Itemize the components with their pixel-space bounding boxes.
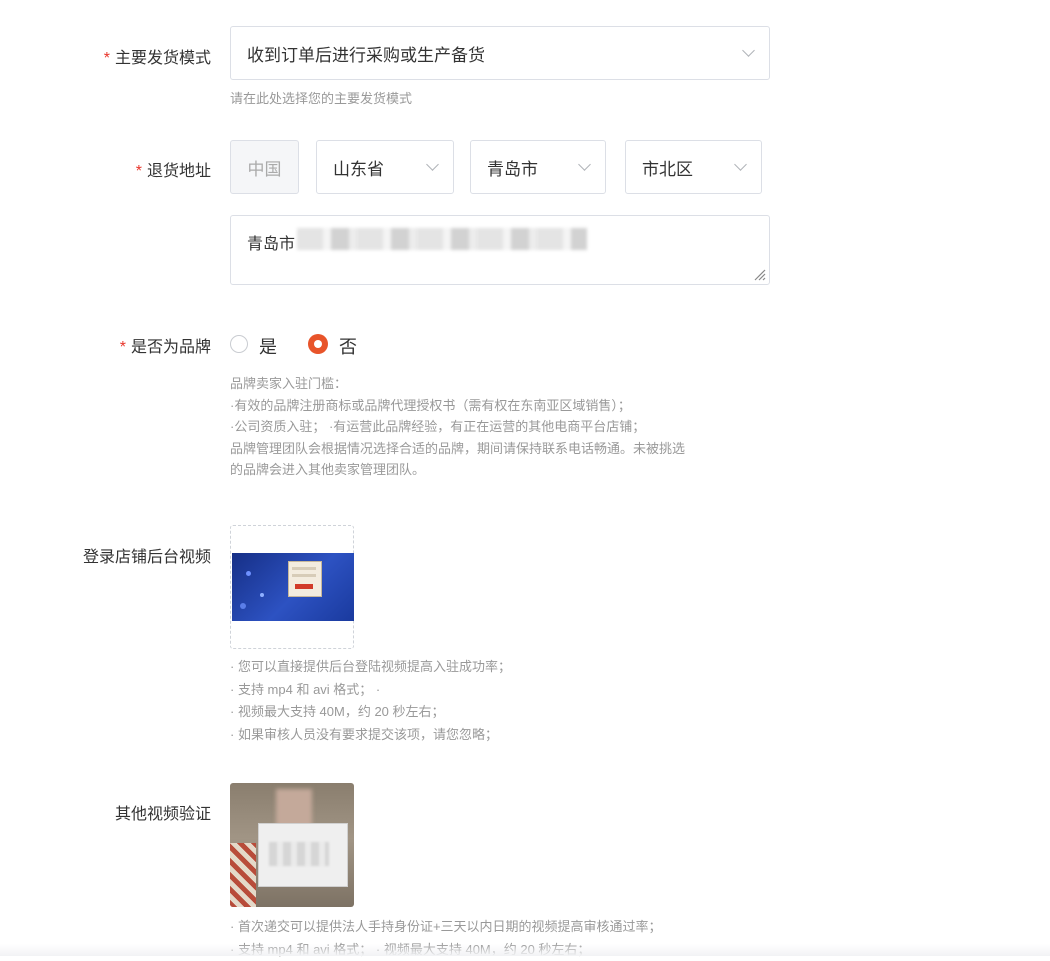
- store-video-note-line: · 如果审核人员没有要求提交该项，请您忽略；: [230, 724, 511, 747]
- store-video-notes: · 您可以直接提供后台登陆视频提高入驻成功率； · 支持 mp4 和 avi 格…: [230, 656, 511, 746]
- held-document: [258, 823, 348, 887]
- store-video-note-line: · 支持 mp4 和 avi 格式； ·: [230, 679, 511, 702]
- required-mark: *: [104, 50, 110, 67]
- brand-note-line: 品牌卖家入驻门槛：: [230, 373, 790, 395]
- return-address-label: *退货地址: [136, 157, 211, 181]
- brand-notes: 品牌卖家入驻门槛： ·有效的品牌注册商标或品牌代理授权书（需有权在东南亚区域销售…: [230, 373, 790, 481]
- chevron-down-icon: [426, 158, 439, 171]
- radio-brand-no-label: 否: [339, 333, 357, 359]
- video-thumbnail[interactable]: [232, 553, 354, 621]
- brand-label: *是否为品牌: [120, 333, 211, 357]
- other-video-note-line: · 首次递交可以提供法人手持身份证+三天以内日期的视频提高审核通过率；: [230, 916, 662, 939]
- shipping-mode-select[interactable]: 收到订单后进行采购或生产备货: [230, 26, 770, 80]
- province-select[interactable]: 山东省: [316, 140, 454, 194]
- city-select[interactable]: 青岛市: [470, 140, 606, 194]
- other-video-thumbnail[interactable]: [230, 783, 354, 907]
- country-field: 中国: [230, 140, 299, 194]
- store-video-note-line: · 您可以直接提供后台登陆视频提高入驻成功率；: [230, 656, 511, 679]
- chevron-down-icon: [734, 158, 747, 171]
- redacted-address-block: [297, 228, 587, 250]
- login-window: [288, 561, 322, 597]
- province-value: 山东省: [333, 155, 384, 180]
- brand-note-line: 品牌管理团队会根据情况选择合适的品牌，期间请保持联系电话畅通。未被挑选: [230, 438, 790, 460]
- radio-dot: [314, 340, 322, 348]
- store-video-upload[interactable]: [230, 525, 354, 649]
- shipping-mode-label: *主要发货模式: [104, 44, 211, 68]
- radio-brand-yes-label: 是: [259, 333, 277, 359]
- city-value: 青岛市: [487, 155, 538, 180]
- district-select[interactable]: 市北区: [625, 140, 762, 194]
- brand-note-line: ·公司资质入驻； ·有运营此品牌经验，有正在运营的其他电商平台店铺；: [230, 416, 790, 438]
- background-pattern: [230, 843, 256, 907]
- shipping-mode-hint: 请在此处选择您的主要发货模式: [230, 88, 412, 110]
- bottom-fade: [0, 944, 1050, 956]
- district-value: 市北区: [642, 155, 693, 180]
- chevron-down-icon: [578, 158, 591, 171]
- other-video-label: 其他视频验证: [115, 800, 211, 824]
- store-video-label: 登录店铺后台视频: [83, 543, 211, 567]
- store-video-note-line: · 视频最大支持 40M，约 20 秒左右；: [230, 701, 511, 724]
- required-mark: *: [136, 163, 142, 180]
- address-detail-text: 青岛市: [247, 230, 295, 254]
- radio-brand-no[interactable]: [308, 334, 328, 354]
- radio-brand-yes[interactable]: [230, 335, 248, 353]
- address-detail-textarea[interactable]: 青岛市: [230, 215, 770, 285]
- chevron-down-icon: [742, 44, 755, 57]
- required-mark: *: [120, 339, 126, 356]
- brand-note-line: ·有效的品牌注册商标或品牌代理授权书（需有权在东南亚区域销售）；: [230, 395, 790, 417]
- brand-note-line: 的品牌会进入其他卖家管理团队。: [230, 459, 790, 481]
- shipping-mode-value: 收到订单后进行采购或生产备货: [247, 41, 485, 66]
- resize-handle-icon[interactable]: [752, 267, 766, 281]
